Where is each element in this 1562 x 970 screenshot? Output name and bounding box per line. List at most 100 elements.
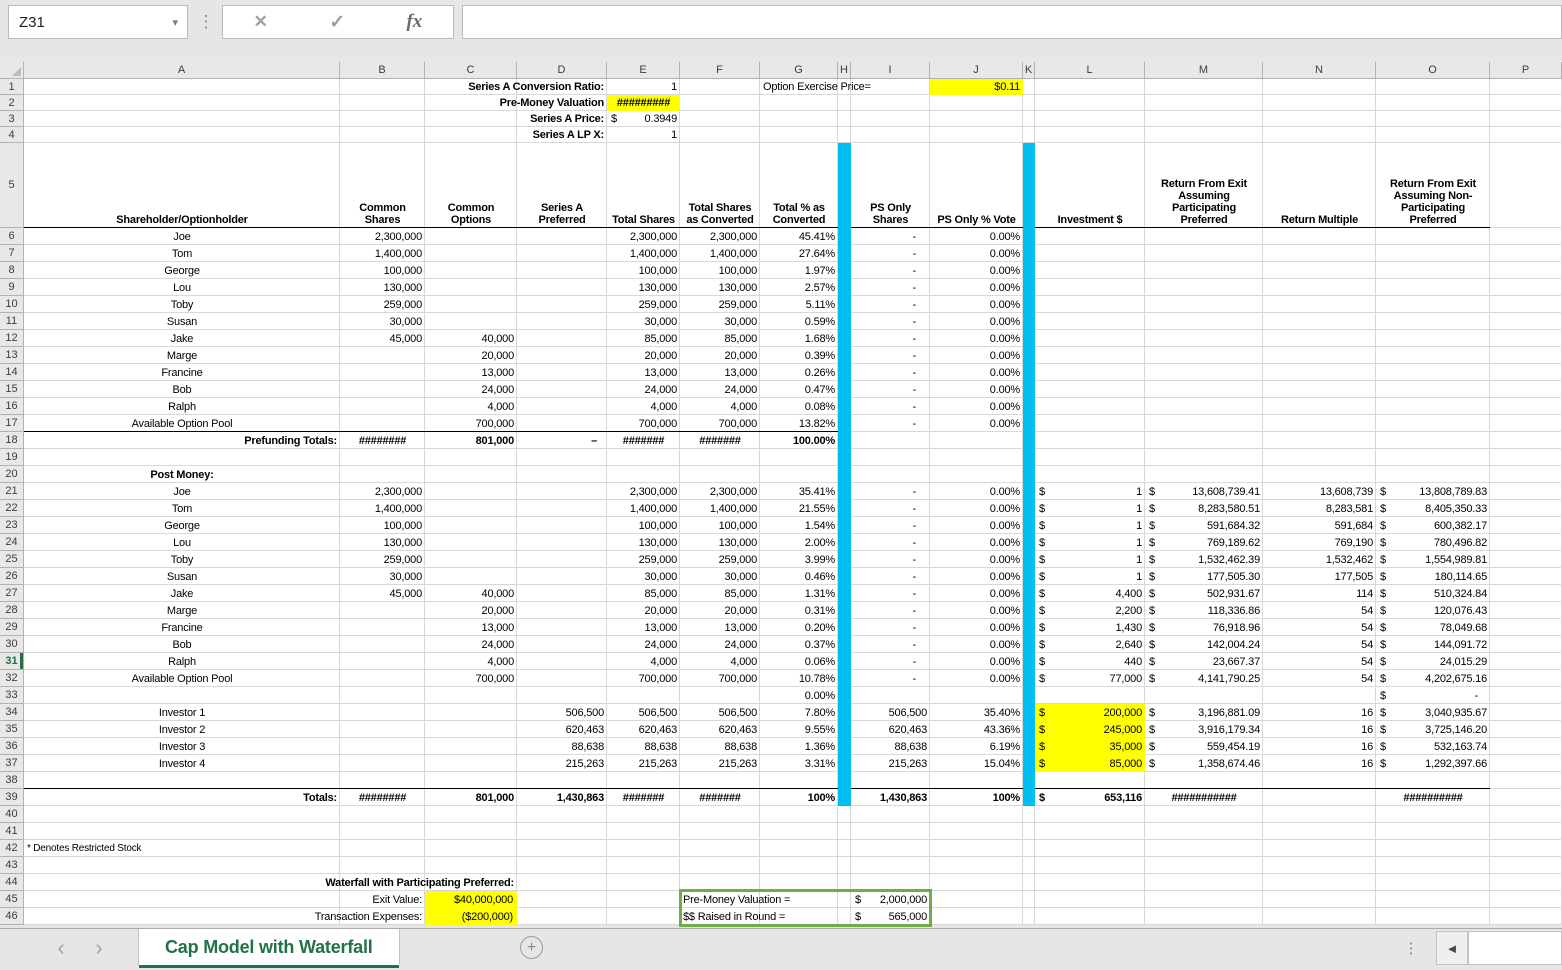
cell-F32[interactable]: 700,000	[680, 670, 760, 687]
cell-A27[interactable]: Jake	[24, 585, 340, 602]
column-header-B[interactable]: B	[340, 62, 425, 79]
column-header-N[interactable]: N	[1263, 62, 1376, 79]
cell-G7[interactable]: 27.64%	[760, 245, 838, 262]
cell-B10[interactable]: 259,000	[340, 296, 425, 313]
cell-O33[interactable]: $ -	[1376, 687, 1490, 704]
cell-A30[interactable]: Bob	[24, 636, 340, 653]
cell-G30[interactable]: 0.37%	[760, 636, 838, 653]
cell-I21[interactable]: -	[851, 483, 930, 500]
cell-C17[interactable]: 700,000	[425, 415, 517, 432]
cell-O26[interactable]: $180,114.65	[1376, 568, 1490, 585]
cell-D37[interactable]: 215,263	[517, 755, 607, 772]
cell-J22[interactable]: 0.00%	[930, 500, 1023, 517]
cell-C46[interactable]: ($200,000)	[425, 908, 517, 925]
row-header-22[interactable]: 22	[0, 500, 24, 517]
cell-L31[interactable]: $440	[1035, 653, 1145, 670]
cell-C12[interactable]: 40,000	[425, 330, 517, 347]
cell-B24[interactable]: 130,000	[340, 534, 425, 551]
cell-C16[interactable]: 4,000	[425, 398, 517, 415]
add-sheet-button[interactable]: +	[520, 936, 543, 959]
hscroll-left-arrow-icon[interactable]: ◄	[1436, 931, 1468, 965]
cell-B23[interactable]: 100,000	[340, 517, 425, 534]
cell-A20[interactable]: Post Money:	[24, 466, 340, 483]
cell-E23[interactable]: 100,000	[607, 517, 680, 534]
cell-G27[interactable]: 1.31%	[760, 585, 838, 602]
cell-J12[interactable]: 0.00%	[930, 330, 1023, 347]
cell-I12[interactable]: -	[851, 330, 930, 347]
cell-I36[interactable]: 88,638	[851, 738, 930, 755]
cell-A8[interactable]: George	[24, 262, 340, 279]
column-header-L[interactable]: L	[1035, 62, 1145, 79]
cell-E1[interactable]: 1	[607, 79, 680, 95]
cell-G32[interactable]: 10.78%	[760, 670, 838, 687]
cell-J23[interactable]: 0.00%	[930, 517, 1023, 534]
cell-A31[interactable]: Ralph	[24, 653, 340, 670]
row-header-13[interactable]: 13	[0, 347, 24, 364]
cell-M24[interactable]: $769,189.62	[1145, 534, 1263, 551]
cell-L27[interactable]: $4,400	[1035, 585, 1145, 602]
cell-A28[interactable]: Marge	[24, 602, 340, 619]
cell-F5[interactable]: Total Shares as Converted	[680, 143, 760, 228]
cell-A2[interactable]: Pre-Money Valuation	[24, 95, 607, 111]
cell-A39[interactable]: Totals:	[24, 789, 340, 806]
cell-I35[interactable]: 620,463	[851, 721, 930, 738]
cell-G15[interactable]: 0.47%	[760, 381, 838, 398]
cell-I23[interactable]: -	[851, 517, 930, 534]
cell-C29[interactable]: 13,000	[425, 619, 517, 636]
cell-G23[interactable]: 1.54%	[760, 517, 838, 534]
cell-E39[interactable]: #######	[607, 789, 680, 806]
row-header-3[interactable]: 3	[0, 111, 24, 127]
cell-E21[interactable]: 2,300,000	[607, 483, 680, 500]
cell-N26[interactable]: 177,505	[1263, 568, 1376, 585]
cell-F9[interactable]: 130,000	[680, 279, 760, 296]
cell-G17[interactable]: 13.82%	[760, 415, 838, 432]
cell-D39[interactable]: 1,430,863	[517, 789, 607, 806]
cell-E3[interactable]: $0.3949	[607, 111, 680, 127]
sheet-tab-cap-model[interactable]: Cap Model with Waterfall	[138, 929, 400, 968]
cell-L32[interactable]: $77,000	[1035, 670, 1145, 687]
cell-M29[interactable]: $76,918.96	[1145, 619, 1263, 636]
cell-B8[interactable]: 100,000	[340, 262, 425, 279]
row-header-7[interactable]: 7	[0, 245, 24, 262]
cell-J31[interactable]: 0.00%	[930, 653, 1023, 670]
cell-G24[interactable]: 2.00%	[760, 534, 838, 551]
cell-F15[interactable]: 24,000	[680, 381, 760, 398]
cell-E29[interactable]: 13,000	[607, 619, 680, 636]
cell-L34[interactable]: $200,000	[1035, 704, 1145, 721]
cell-B26[interactable]: 30,000	[340, 568, 425, 585]
cell-F24[interactable]: 130,000	[680, 534, 760, 551]
column-header-J[interactable]: J	[930, 62, 1023, 79]
cell-A34[interactable]: Investor 1	[24, 704, 340, 721]
cell-J32[interactable]: 0.00%	[930, 670, 1023, 687]
cell-J7[interactable]: 0.00%	[930, 245, 1023, 262]
row-header-27[interactable]: 27	[0, 585, 24, 602]
row-header-24[interactable]: 24	[0, 534, 24, 551]
cell-B22[interactable]: 1,400,000	[340, 500, 425, 517]
cell-A3[interactable]: Series A Price:	[24, 111, 607, 127]
cancel-icon[interactable]: ✕	[254, 12, 268, 32]
cell-G34[interactable]: 7.80%	[760, 704, 838, 721]
cell-F17[interactable]: 700,000	[680, 415, 760, 432]
cell-G37[interactable]: 3.31%	[760, 755, 838, 772]
cell-E27[interactable]: 85,000	[607, 585, 680, 602]
cell-L26[interactable]: $1	[1035, 568, 1145, 585]
cell-G29[interactable]: 0.20%	[760, 619, 838, 636]
cell-M22[interactable]: $8,283,580.51	[1145, 500, 1263, 517]
cell-I13[interactable]: -	[851, 347, 930, 364]
cell-B21[interactable]: 2,300,000	[340, 483, 425, 500]
cell-J35[interactable]: 43.36%	[930, 721, 1023, 738]
cell-F28[interactable]: 20,000	[680, 602, 760, 619]
cell-E5[interactable]: Total Shares	[607, 143, 680, 228]
cell-O34[interactable]: $3,040,935.67	[1376, 704, 1490, 721]
cell-I5[interactable]: PS Only Shares	[851, 143, 930, 228]
cell-A16[interactable]: Ralph	[24, 398, 340, 415]
cell-O23[interactable]: $600,382.17	[1376, 517, 1490, 534]
cell-O37[interactable]: $1,292,397.66	[1376, 755, 1490, 772]
cell-I39[interactable]: 1,430,863	[851, 789, 930, 806]
cell-I45[interactable]: $2,000,000	[851, 891, 930, 908]
cell-A26[interactable]: Susan	[24, 568, 340, 585]
cell-M32[interactable]: $4,141,790.25	[1145, 670, 1263, 687]
cell-G1[interactable]: Option Exercise Price=	[760, 79, 930, 95]
cell-A1[interactable]: Series A Conversion Ratio:	[24, 79, 607, 95]
cell-N5[interactable]: Return Multiple	[1263, 143, 1376, 228]
